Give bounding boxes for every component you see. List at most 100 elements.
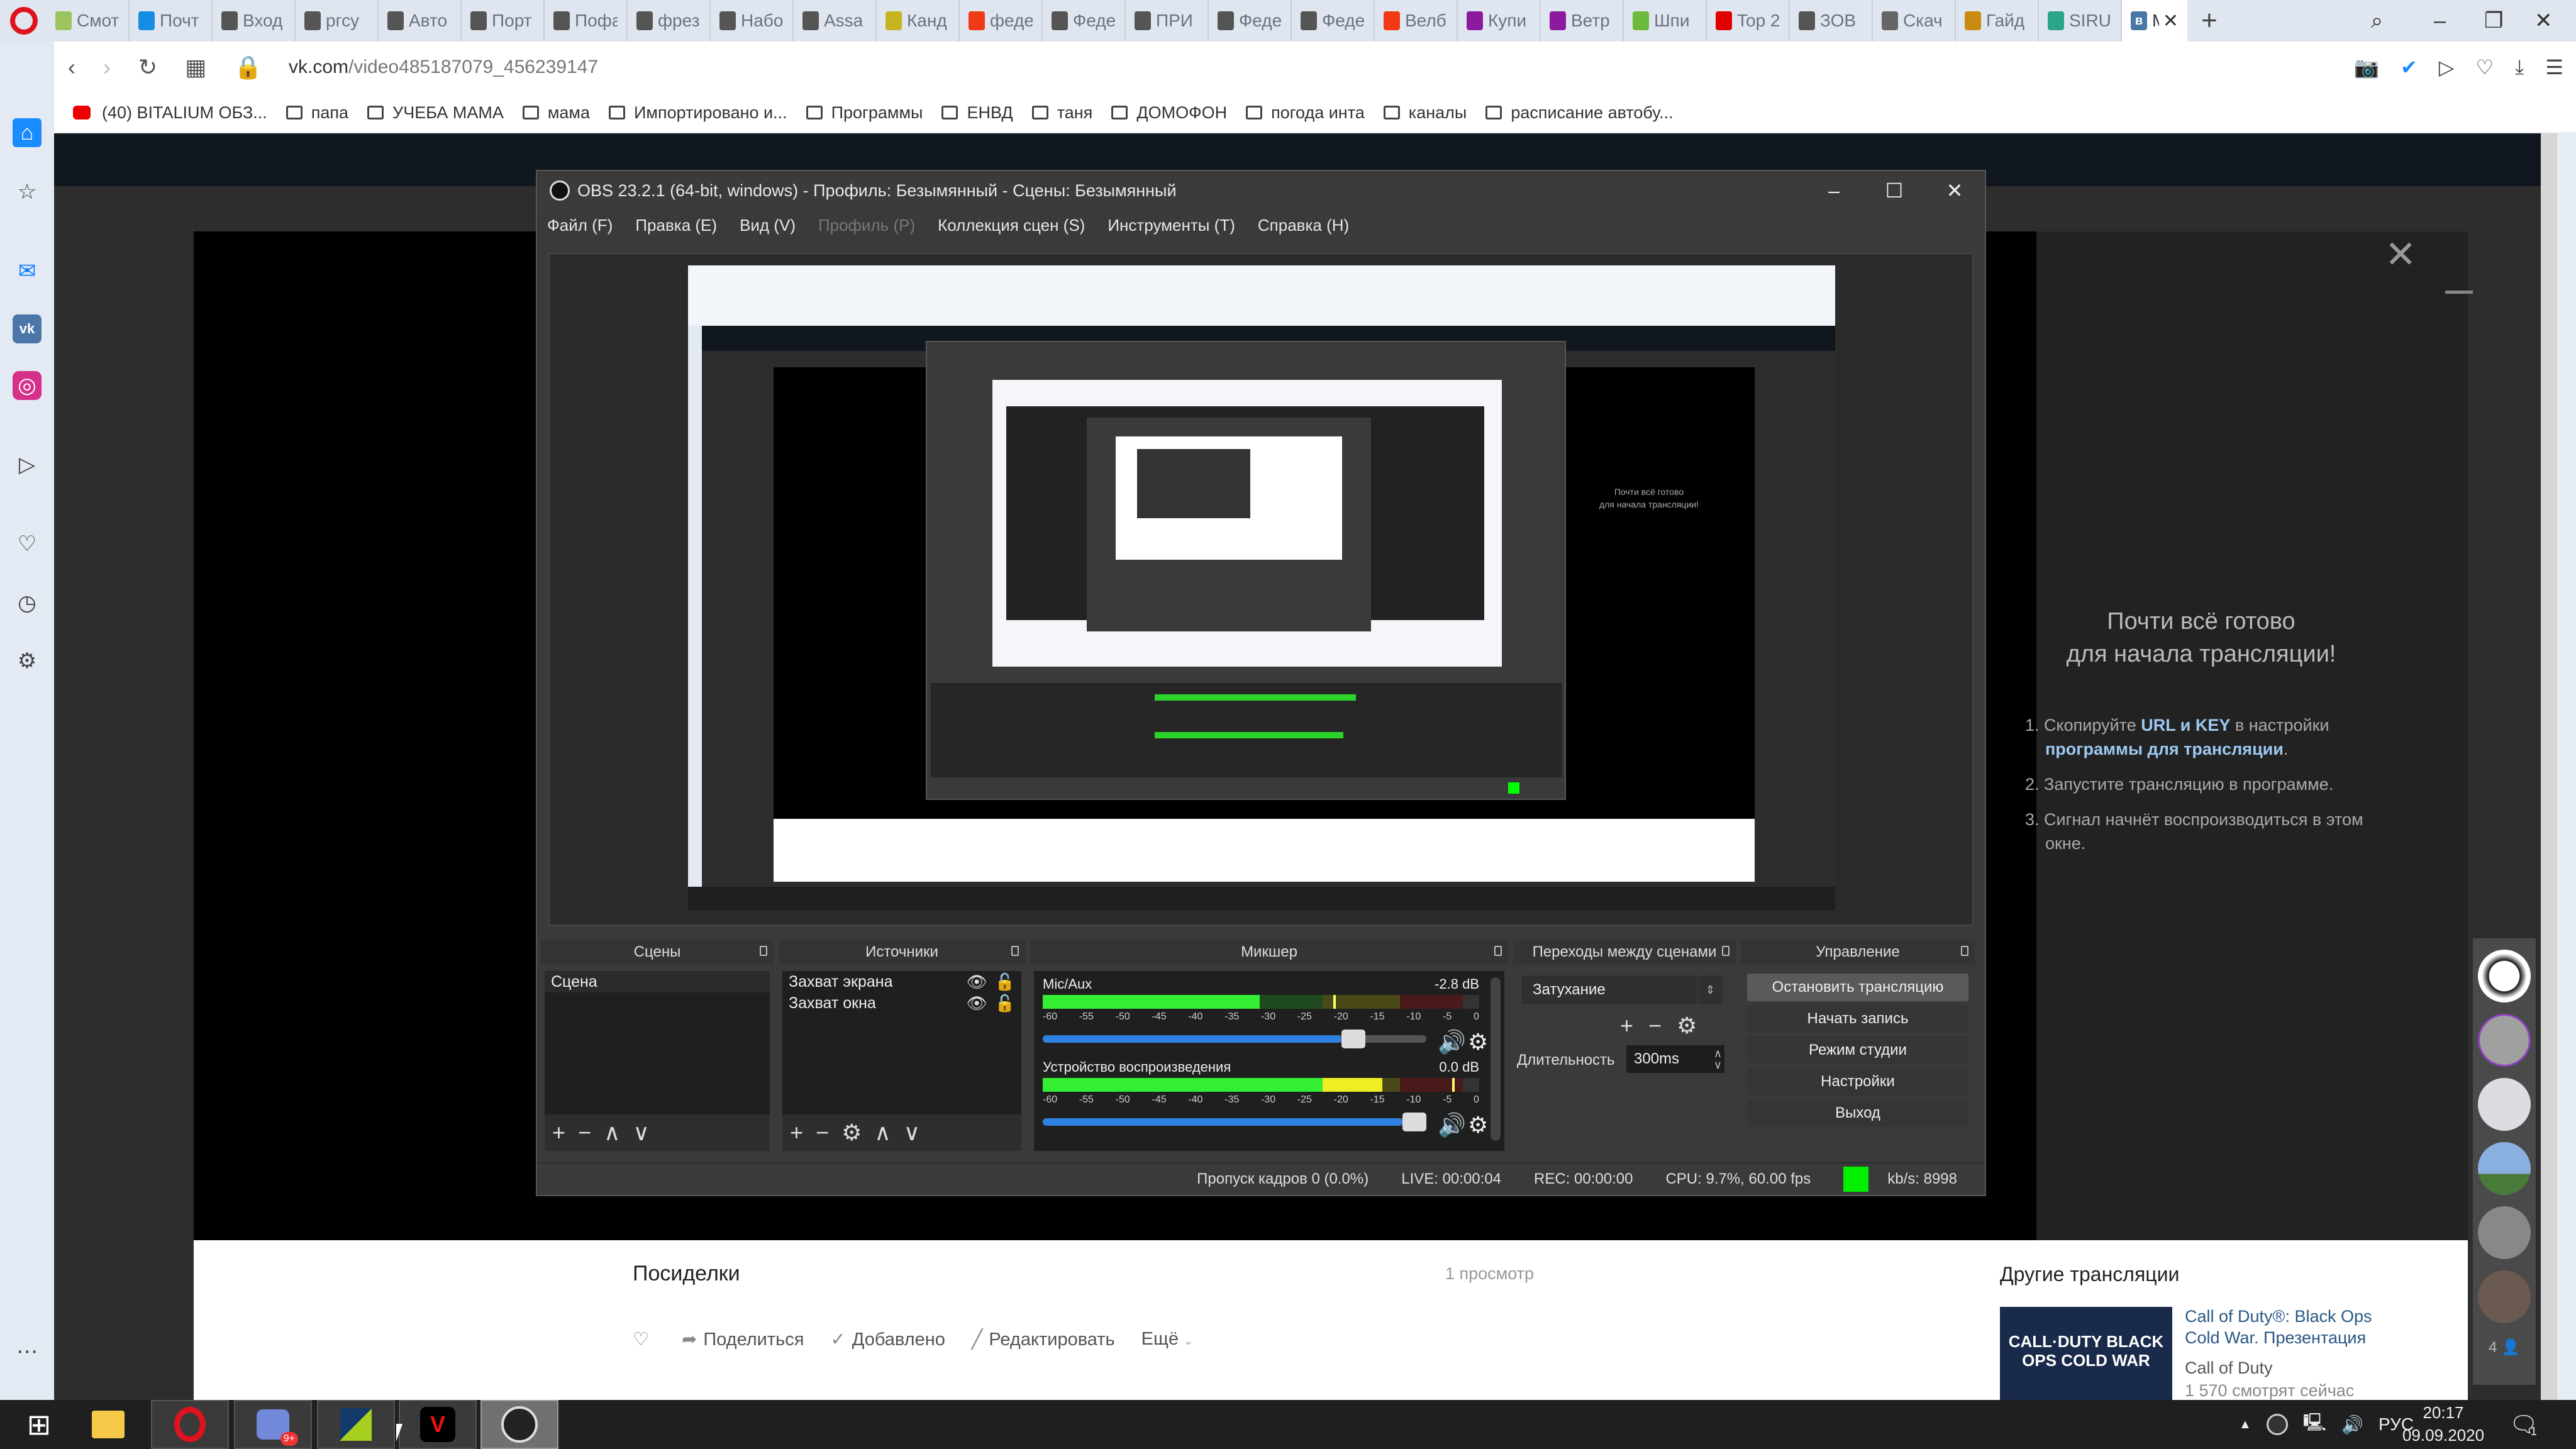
browser-tab[interactable]: Купи [1458, 0, 1541, 42]
page-scrollbar[interactable] [2541, 133, 2557, 1400]
browser-tab[interactable]: Авто [379, 0, 462, 42]
messenger-icon[interactable]: ✉ [13, 257, 42, 286]
more-dots-icon[interactable]: ⋯ [13, 1337, 42, 1366]
volume-slider[interactable] [1043, 1113, 1426, 1131]
tab-active-vk[interactable]: в М ✕ [2122, 0, 2187, 42]
browser-tab[interactable]: ЗОВ [1790, 0, 1873, 42]
browser-tab[interactable]: Феде [1292, 0, 1375, 42]
snapshot-icon[interactable]: 📷 [2354, 55, 2379, 79]
obs-minimize-button[interactable]: – [1804, 171, 1864, 210]
system-clock[interactable]: 20:17 09.09.2020 [2396, 1401, 2490, 1446]
obs-menu-item[interactable]: Коллекция сцен (S) [938, 216, 1085, 235]
browser-tab[interactable]: Шпи [1624, 0, 1707, 42]
browser-tab[interactable]: Феде [1043, 0, 1126, 42]
stop-streaming-button[interactable]: Остановить трансляцию [1747, 974, 1968, 1001]
bookmark-item[interactable]: мама [522, 103, 590, 123]
browser-tab[interactable]: Вход [213, 0, 296, 42]
obs-titlebar[interactable]: OBS 23.2.1 (64-bit, windows) - Профиль: … [537, 171, 1985, 210]
duration-spinbox[interactable]: 300ms ∧ ∨ [1626, 1045, 1724, 1073]
mixer-scrollbar[interactable] [1491, 977, 1501, 1141]
taskbar-discord[interactable]: 9+ [234, 1400, 312, 1449]
close-player-icon[interactable]: ✕ [2385, 233, 2416, 277]
network-icon[interactable]: 🖳 [2303, 1409, 2326, 1440]
taskbar-obs[interactable] [480, 1400, 558, 1449]
share-button[interactable]: ➦ Поделиться [682, 1328, 804, 1350]
taskbar-file-explorer[interactable] [69, 1400, 147, 1449]
viewer-avatar[interactable] [2478, 1206, 2531, 1259]
home-icon[interactable]: ⌂ [13, 118, 42, 147]
browser-tab[interactable]: Канд [877, 0, 960, 42]
browser-tab[interactable]: Набо [711, 0, 794, 42]
heart-bookmark-icon[interactable]: ♡ [2475, 55, 2494, 79]
browser-tab[interactable]: фрез [628, 0, 711, 42]
obs-close-button[interactable]: ✕ [1924, 171, 1985, 210]
close-window-button[interactable]: ✕ [2534, 0, 2553, 42]
bookmark-item[interactable]: каналы [1383, 103, 1467, 123]
browser-tab[interactable]: феде [960, 0, 1043, 42]
obs-preview-canvas[interactable]: Почти всё готово для начала трансляции! [688, 265, 1835, 911]
volume-slider[interactable] [1043, 1030, 1426, 1048]
download-icon[interactable]: ⤓ [2515, 55, 2524, 79]
move-source-down-button[interactable]: ∨ [904, 1119, 920, 1146]
send-icon[interactable]: ▷ [2439, 55, 2455, 79]
viewer-avatar[interactable] [2478, 1078, 2531, 1131]
undock-icon[interactable] [760, 946, 767, 956]
undock-icon[interactable] [1722, 946, 1729, 956]
vpn-shield-icon[interactable]: ✔ [2401, 55, 2418, 79]
url-field[interactable]: vk.com/video485187079_456239147 [289, 57, 598, 78]
browser-tab[interactable]: Top 2 [1707, 0, 1790, 42]
viewer-avatar[interactable] [2478, 950, 2531, 1002]
instagram-icon[interactable]: ◎ [13, 371, 42, 400]
move-source-up-button[interactable]: ∧ [874, 1119, 891, 1146]
start-recording-button[interactable]: Начать запись [1747, 1005, 1968, 1033]
show-hidden-icons[interactable]: ▲ [2239, 1418, 2251, 1432]
obs-menu-item[interactable]: Инструменты (T) [1108, 216, 1235, 235]
settings-gear-icon[interactable]: ⚙ [13, 647, 42, 675]
taskbar-vegas[interactable]: V [399, 1400, 477, 1449]
restore-button[interactable]: ❐ [2484, 0, 2503, 42]
viewer-avatar[interactable] [2478, 1014, 2531, 1067]
bookmark-item[interactable]: погода инта [1246, 103, 1365, 123]
flow-send-icon[interactable]: ▷ [13, 450, 42, 479]
history-clock-icon[interactable]: ◷ [13, 589, 42, 618]
browser-tab[interactable]: Скач [1873, 0, 1956, 42]
exit-button[interactable]: Выход [1747, 1099, 1968, 1127]
channel-settings-gear-icon[interactable]: ⚙ [1468, 1029, 1488, 1055]
speed-dial-icon[interactable]: ▦ [185, 54, 206, 80]
source-item[interactable]: Захват окна 👁 🔓 [782, 992, 1021, 1014]
move-scene-down-button[interactable]: ∨ [633, 1119, 649, 1146]
speaker-mute-icon[interactable]: 🔊 [1438, 1029, 1466, 1055]
forward-icon[interactable]: › [103, 54, 111, 80]
browser-tab[interactable]: Почт [130, 0, 213, 42]
undock-icon[interactable] [1494, 946, 1502, 956]
like-button[interactable]: ♡ [633, 1328, 655, 1350]
url-key-link[interactable]: URL и KEY [2141, 716, 2230, 735]
heart-icon[interactable]: ♡ [13, 530, 42, 558]
bookmark-item[interactable]: папа [286, 103, 348, 123]
browser-tab[interactable]: SIRU [2039, 0, 2122, 42]
channel-settings-gear-icon[interactable]: ⚙ [1468, 1112, 1488, 1138]
remove-transition-button[interactable]: − [1648, 1013, 1662, 1039]
action-center-button[interactable]: 🗨 1 [2509, 1400, 2538, 1449]
bookmark-item[interactable]: ЕНВД [941, 103, 1013, 123]
remove-scene-button[interactable]: − [578, 1119, 591, 1146]
bookmark-item[interactable]: ДОМОФОН [1111, 103, 1227, 123]
edit-button[interactable]: ╱ Редактировать [972, 1328, 1115, 1350]
bookmark-item[interactable]: расписание автобу... [1485, 103, 1674, 123]
undock-icon[interactable] [1961, 946, 1968, 956]
browser-tab[interactable]: ргсу [296, 0, 379, 42]
browser-tab[interactable]: Ветр [1541, 0, 1624, 42]
studio-mode-button[interactable]: Режим студии [1747, 1036, 1968, 1064]
taskbar-app[interactable] [317, 1400, 395, 1449]
stream-thumbnail[interactable]: CALL·DUTY BLACK OPS COLD WAR [2000, 1307, 2172, 1400]
obs-menu-item[interactable]: Правка (E) [635, 216, 717, 235]
minimize-player-icon[interactable] [2445, 291, 2473, 294]
viewer-avatar[interactable] [2478, 1142, 2531, 1195]
bookmark-item[interactable]: (40) BITALIUM ОБЗ... [73, 103, 267, 123]
add-scene-button[interactable]: + [552, 1119, 565, 1146]
bookmark-item[interactable]: таня [1031, 103, 1092, 123]
add-transition-button[interactable]: + [1620, 1013, 1633, 1039]
search-tabs-icon[interactable]: ⌕ [2371, 0, 2383, 42]
visibility-eye-icon[interactable]: 👁 [967, 994, 987, 1013]
vk-sidebar-icon[interactable]: vk [13, 314, 42, 343]
